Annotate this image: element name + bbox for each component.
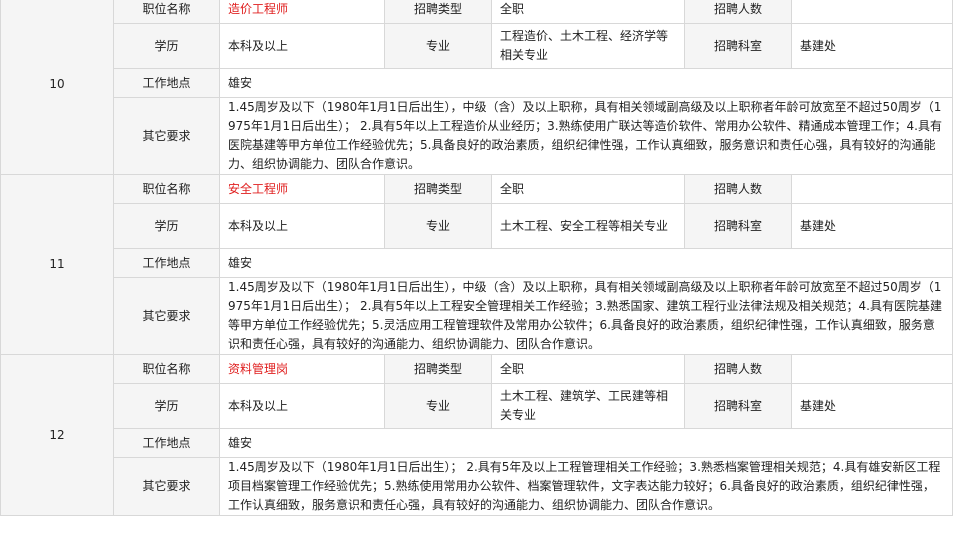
major-label: 专业	[384, 203, 492, 249]
table-row: 其它要求 1.45周岁及以下（1980年1月1日后出生）； 2.具有5年及以上工…	[1, 457, 953, 516]
type-label: 招聘类型	[384, 0, 492, 24]
department-label: 招聘科室	[684, 383, 792, 429]
table-row: 学历 本科及以上 专业 土木工程、安全工程等相关专业 招聘科室 基建处	[1, 203, 953, 249]
education-label: 学历	[113, 383, 220, 429]
count-label: 招聘人数	[684, 0, 792, 24]
location-value: 雄安	[219, 248, 953, 278]
requirements-text: 1.45周岁及以下（1980年1月1日后出生）； 2.具有5年及以上工程管理相关…	[219, 457, 953, 516]
education-value: 本科及以上	[219, 383, 385, 429]
major-label: 专业	[384, 383, 492, 429]
table-row: 工作地点 雄安	[1, 68, 953, 98]
type-label: 招聘类型	[384, 354, 492, 384]
type-label: 招聘类型	[384, 174, 492, 204]
location-label: 工作地点	[113, 428, 220, 458]
major-value: 工程造价、土木工程、经济学等相关专业	[491, 23, 685, 69]
count-value	[791, 354, 953, 384]
position-label: 职位名称	[113, 0, 220, 24]
education-value: 本科及以上	[219, 203, 385, 249]
table-row: 12 职位名称 资料管理岗 招聘类型 全职 招聘人数	[0, 354, 953, 516]
job-listing-table: 10 职位名称 造价工程师 招聘类型 全职 招聘人数 学历 本科及以上 专业 工…	[0, 0, 953, 516]
job-number: 12	[0, 354, 114, 516]
education-label: 学历	[113, 23, 220, 69]
other-label: 其它要求	[113, 97, 220, 175]
count-value	[791, 0, 953, 24]
position-label: 职位名称	[113, 174, 220, 204]
requirements-text: 1.45周岁及以下（1980年1月1日后出生），中级（含）及以上职称，具有相关领…	[219, 277, 953, 355]
position-label: 职位名称	[113, 354, 220, 384]
education-label: 学历	[113, 203, 220, 249]
position-name: 造价工程师	[219, 0, 385, 24]
table-row: 工作地点 雄安	[1, 428, 953, 458]
table-row: 工作地点 雄安	[1, 248, 953, 278]
location-label: 工作地点	[113, 248, 220, 278]
count-label: 招聘人数	[684, 354, 792, 384]
type-value: 全职	[491, 354, 685, 384]
count-label: 招聘人数	[684, 174, 792, 204]
other-label: 其它要求	[113, 277, 220, 355]
type-value: 全职	[491, 174, 685, 204]
department-value: 基建处	[791, 383, 953, 429]
job-number: 11	[0, 174, 114, 355]
table-row: 学历 本科及以上 专业 工程造价、土木工程、经济学等相关专业 招聘科室 基建处	[1, 23, 953, 69]
table-row: 11 职位名称 安全工程师 招聘类型 全职 招聘人数	[0, 174, 953, 355]
department-value: 基建处	[791, 203, 953, 249]
position-name: 资料管理岗	[219, 354, 385, 384]
department-label: 招聘科室	[684, 203, 792, 249]
major-label: 专业	[384, 23, 492, 69]
location-label: 工作地点	[113, 68, 220, 98]
other-label: 其它要求	[113, 457, 220, 516]
job-number: 10	[0, 0, 114, 175]
table-row: 其它要求 1.45周岁及以下（1980年1月1日后出生），中级（含）及以上职称，…	[1, 97, 953, 175]
department-value: 基建处	[791, 23, 953, 69]
location-value: 雄安	[219, 428, 953, 458]
department-label: 招聘科室	[684, 23, 792, 69]
table-row: 学历 本科及以上 专业 土木工程、建筑学、工民建等相关专业 招聘科室 基建处	[1, 383, 953, 429]
location-value: 雄安	[219, 68, 953, 98]
education-value: 本科及以上	[219, 23, 385, 69]
requirements-text: 1.45周岁及以下（1980年1月1日后出生），中级（含）及以上职称，具有相关领…	[219, 97, 953, 175]
position-name: 安全工程师	[219, 174, 385, 204]
table-row: 10 职位名称 造价工程师 招聘类型 全职 招聘人数	[0, 0, 953, 175]
major-value: 土木工程、建筑学、工民建等相关专业	[491, 383, 685, 429]
table-row: 其它要求 1.45周岁及以下（1980年1月1日后出生），中级（含）及以上职称，…	[1, 277, 953, 355]
count-value	[791, 174, 953, 204]
major-value: 土木工程、安全工程等相关专业	[491, 203, 685, 249]
type-value: 全职	[491, 0, 685, 24]
